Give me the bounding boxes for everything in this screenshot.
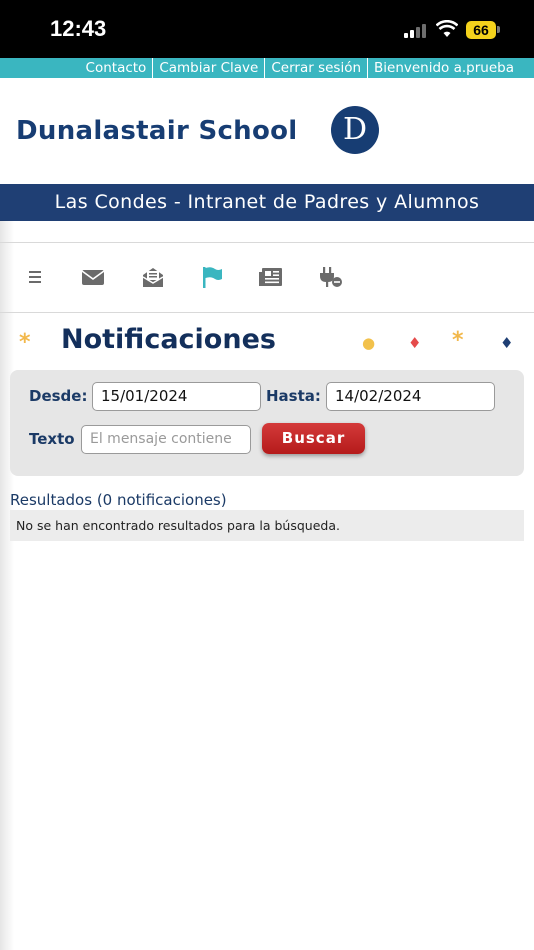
welcome-user-link[interactable]: Bienvenido a.prueba [367,58,520,78]
menu-icon[interactable] [26,265,46,289]
signal-icon [404,22,430,38]
battery-icon: 66 [466,21,496,39]
results-title: Resultados (0 notificaciones) [10,491,227,509]
decor-diamond-blue-icon: ♦ [500,334,514,352]
intranet-banner: Las Condes - Intranet de Padres y Alumno… [0,184,534,221]
filter-panel: Desde: 15/01/2024 Hasta: 14/02/2024 Text… [10,370,524,476]
flag-icon[interactable] [199,265,225,289]
icon-toolbar [0,242,534,313]
texto-label: Texto [29,430,75,448]
hasta-date-input[interactable]: 14/02/2024 [326,382,495,411]
decor-diamond-icon: ♦ [408,334,422,352]
school-logo[interactable]: D [331,106,379,154]
cerrar-sesion-link[interactable]: Cerrar sesión [264,58,367,78]
hasta-label: Hasta: [266,387,321,405]
site-header: Dunalastair School D [0,78,534,184]
text-search-input[interactable]: El mensaje contiene [81,425,251,454]
school-name[interactable]: Dunalastair School [16,116,298,146]
no-results-message: No se han encontrado resultados para la … [10,510,524,541]
top-links-bar: Contacto Cambiar Clave Cerrar sesión Bie… [0,58,534,78]
title-star-icon: * [19,330,31,355]
decor-dot-icon: ● [362,334,376,352]
contacto-link[interactable]: Contacto [80,58,153,78]
desde-date-input[interactable]: 15/01/2024 [92,382,261,411]
plug-icon[interactable] [318,265,344,289]
page-title: Notificaciones [61,324,276,355]
desde-label: Desde: [29,387,88,405]
search-button[interactable]: Buscar [262,423,365,454]
wifi-icon [435,19,459,38]
envelope-icon[interactable] [80,265,106,289]
status-bar: 12:43 66 [0,0,534,58]
cambiar-clave-link[interactable]: Cambiar Clave [152,58,264,78]
newspaper-icon[interactable] [258,265,284,289]
status-time: 12:43 [50,16,107,41]
page-title-row: * Notificaciones ● ♦ * ♦ [0,322,534,364]
open-mail-icon[interactable] [140,265,166,289]
battery-tip [497,26,500,33]
decor-star-icon: * [452,328,464,353]
